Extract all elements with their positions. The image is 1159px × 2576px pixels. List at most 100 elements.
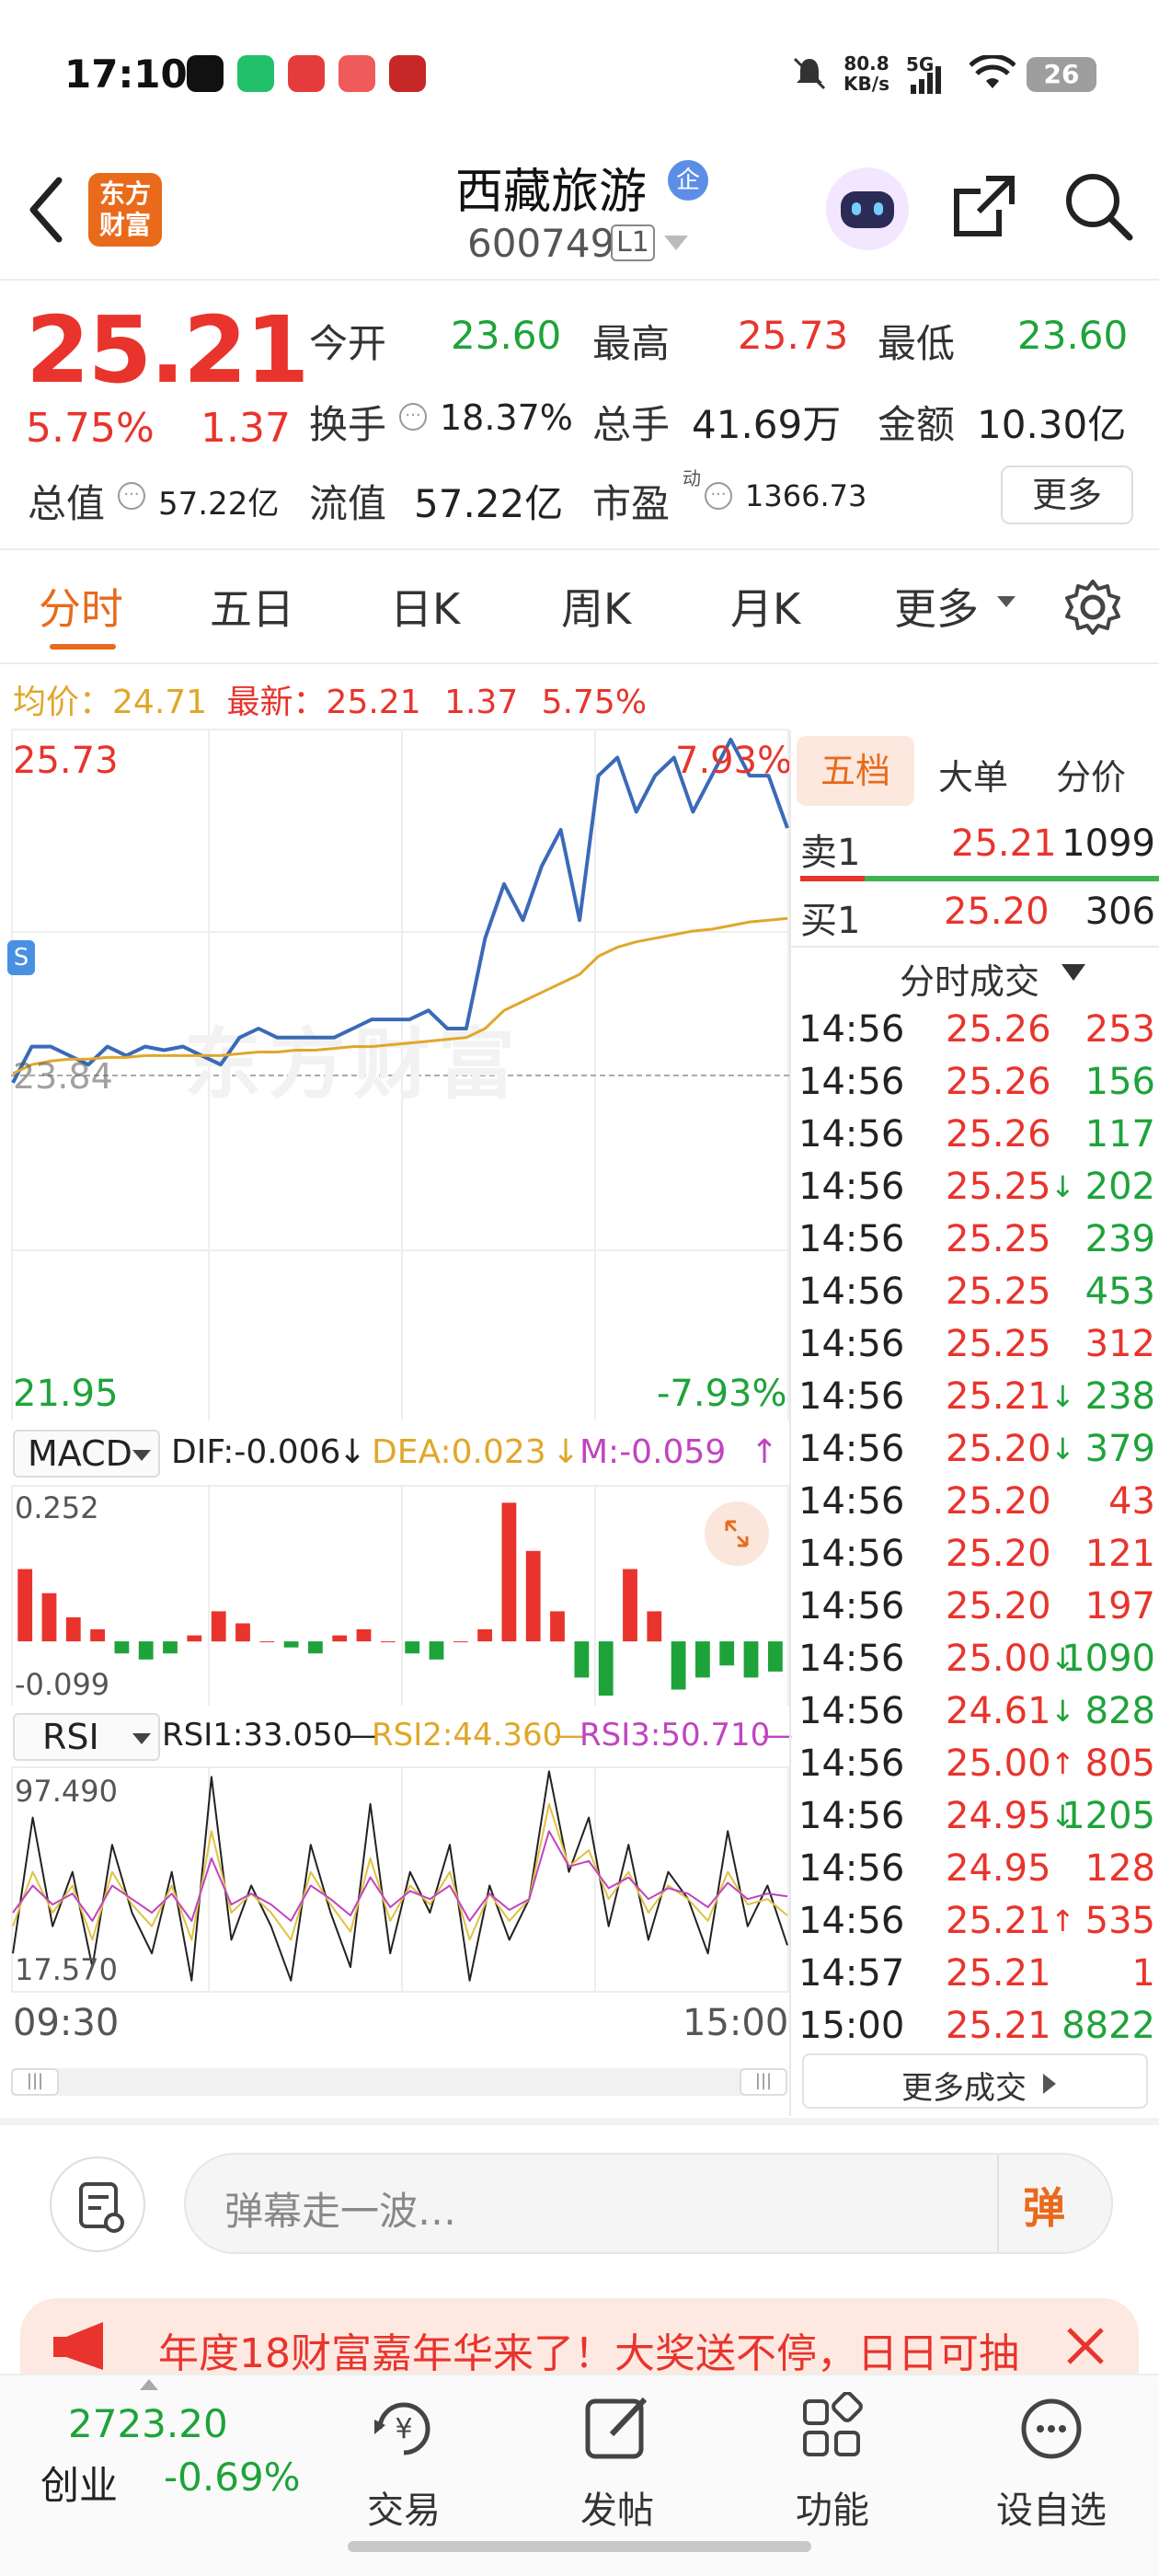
buy-bar [865,876,1159,881]
trade-price: 25.26 [946,1008,1051,1051]
trade-volume: 8822 [1061,2005,1155,2047]
trade-time: 15:00 [798,2005,905,2047]
trade-time: 14:56 [798,1113,905,1156]
trade-row: 14:56 25.20 ↓ 379 [797,1428,1155,1480]
home-indicator [348,2541,811,2552]
scroll-handle-right[interactable]: ||| [740,2068,787,2096]
macd-bar [719,1641,735,1666]
trade-price: 25.26 [946,1061,1051,1103]
tab-price-dist[interactable]: 分价 [1056,749,1126,799]
trade-time: 14:56 [798,1061,905,1103]
eastmoney-logo: 东方 财富 [88,173,162,247]
nav-trade[interactable]: ¥ 交易 [335,2392,473,2534]
tab-more[interactable]: 更多 [894,576,979,637]
trade-price: 25.00 [946,1742,1051,1785]
tab-big-orders[interactable]: 大单 [938,749,1008,799]
rsi2-line [12,1802,788,1941]
turnover-value: 18.37% [440,397,573,438]
share-icon[interactable] [949,171,1019,241]
trade-row: 14:57 25.21 1 [797,1952,1155,2005]
macd-header: MACD DIF:-0.006 ↓ DEA:0.023 ↓ M:-0.059 ↑ [11,1426,789,1481]
trade-time: 14:56 [798,1375,905,1418]
rsi-selector[interactable]: RSI [13,1713,160,1761]
trade-time: 14:56 [798,1271,905,1313]
nav-post[interactable]: 发帖 [548,2392,686,2534]
caret-down-icon [1061,964,1085,981]
m-label: M:-0.059 [580,1433,727,1471]
tab-daily-k[interactable]: 日K [390,576,460,637]
dea-label: DEA:0.023 [372,1433,546,1471]
trade-price: 25.20 [946,1428,1051,1470]
trades-title[interactable]: 分时成交 [900,953,1039,1004]
tiktok-app-icon [187,55,224,92]
nav-add-watchlist[interactable]: 设自选 [982,2392,1120,2534]
trade-time: 14:56 [798,1533,905,1575]
search-icon[interactable] [1061,169,1135,243]
change-percent: 5.75% [26,405,155,452]
info-icon[interactable]: ··· [705,482,732,510]
note-button[interactable] [50,2156,145,2252]
tab-intraday[interactable]: 分时 [39,576,123,637]
float-value: 57.22亿 [414,481,564,526]
expand-button[interactable] [705,1501,769,1566]
trade-volume: 828 [1084,1690,1155,1732]
macd-bar [768,1641,783,1672]
robot-avatar[interactable] [826,167,909,250]
high-label: 最高 [592,321,671,366]
scroll-handle-left[interactable]: ||| [11,2068,59,2096]
macd-bar [259,1641,275,1643]
macd-selector[interactable]: MACD [13,1430,160,1478]
trade-row: 14:56 25.25 239 [797,1218,1155,1271]
tab-monthly-k[interactable]: 月K [730,576,800,637]
y-min-label: 21.95 [13,1373,119,1415]
more-stats-button[interactable]: 更多 [1001,466,1133,524]
time-scrollbar[interactable]: ||| ||| [11,2068,787,2096]
trade-time: 14:56 [798,1847,905,1890]
trade-row: 14:56 24.95 128 [797,1847,1155,1900]
tab-five-day[interactable]: 五日 [210,576,294,637]
level-badge[interactable]: L1 [611,224,655,261]
trade-row: 14:56 25.26 117 [797,1113,1155,1166]
trade-row: 14:56 25.26 253 [797,1008,1155,1061]
trade-row: 14:56 25.21 ↓ 238 [797,1375,1155,1428]
price-series-0-line [11,737,789,1084]
float-label: 流值 [309,481,387,526]
s-marker-icon[interactable]: S [7,940,35,975]
danmu-placeholder: 弹幕走一波… [224,2189,457,2234]
trade-time: 14:56 [798,1585,905,1627]
trade-time: 14:56 [798,1166,905,1208]
trade-price: 24.95 [946,1847,1051,1890]
gear-icon[interactable] [1063,578,1122,637]
danmu-toggle-icon[interactable]: 弹 [1023,2175,1065,2236]
tab-weekly-k[interactable]: 周K [561,576,631,637]
y-max-label: 25.73 [13,740,119,782]
macd-bar [598,1641,614,1696]
more-trades-button[interactable]: 更多成交 [802,2053,1148,2109]
macd-bar [90,1629,105,1642]
divider [0,548,1159,550]
info-icon[interactable]: ··· [399,403,427,431]
trade-volume: 1090 [1061,1638,1155,1680]
macd-bar [477,1629,492,1642]
trade-volume: 453 [1084,1271,1155,1313]
trade-volume: 128 [1084,1847,1155,1890]
mktcap-label: 总值 [28,481,106,526]
chevron-left-icon[interactable] [24,173,70,247]
macd-bar [41,1593,57,1642]
dropdown-arrow-icon[interactable] [664,236,688,252]
nav-functions[interactable]: 功能 [763,2391,901,2534]
rsi1-line [12,1770,788,1982]
close-icon[interactable] [1063,2324,1107,2368]
trade-time: 14:56 [798,1795,905,1837]
macd-bar [65,1616,81,1642]
prev-close-label: 23.84 [13,1056,113,1097]
current-price: 25.21 [26,296,309,404]
trade-volume: 379 [1084,1428,1155,1470]
macd-bar [743,1641,759,1678]
dea-arrow: ↓ [552,1433,580,1471]
danmu-input[interactable]: 弹幕走一波… 弹 [184,2153,1113,2254]
tab-five-levels[interactable]: 五档 [797,736,914,806]
trade-price: 25.25 [946,1323,1051,1365]
pct-max-label: 7.93% [675,740,793,782]
info-icon[interactable]: ··· [118,482,145,510]
